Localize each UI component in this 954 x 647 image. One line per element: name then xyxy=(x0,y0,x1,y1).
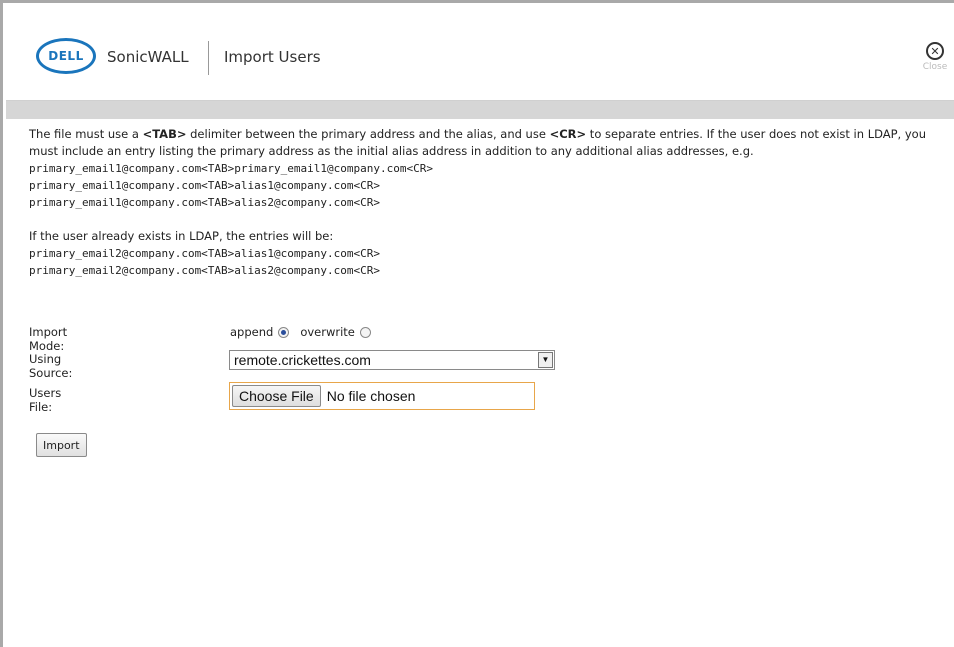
close-label[interactable]: Close xyxy=(921,62,949,72)
dell-logo-text: DELL xyxy=(48,49,84,63)
chevron-down-icon[interactable]: ▼ xyxy=(538,352,553,368)
users-file-input[interactable]: Choose File No file chosen xyxy=(229,382,535,410)
dialog-frame: DELL SonicWALL Import Users ✕ Close The … xyxy=(0,0,954,647)
header-separator-bar xyxy=(6,101,954,119)
append-radio[interactable] xyxy=(278,326,290,338)
instructions: The file must use a <TAB> delimiter betw… xyxy=(29,126,944,279)
header-divider xyxy=(208,41,209,75)
dialog-title: Import Users xyxy=(224,48,321,66)
users-file-label: Users File: xyxy=(29,386,62,414)
existing-user-paragraph: If the user already exists in LDAP, the … xyxy=(29,229,334,243)
example-line: primary_email1@company.com<TAB>alias1@co… xyxy=(29,179,380,192)
source-select[interactable]: remote.crickettes.com ▼ xyxy=(229,350,555,370)
overwrite-label[interactable]: overwrite xyxy=(300,325,355,339)
import-mode-label: Import Mode: xyxy=(29,325,68,353)
example-line: primary_email1@company.com<TAB>alias2@co… xyxy=(29,196,380,209)
cr-token: <CR> xyxy=(549,127,587,141)
no-file-chosen-text: No file chosen xyxy=(326,388,416,404)
close-glyph: ✕ xyxy=(930,44,940,58)
existing-example-line: primary_email2@company.com<TAB>alias2@co… xyxy=(29,264,380,277)
brand-name: SonicWALL xyxy=(107,48,189,66)
instructions-text-2: delimiter between the primary address an… xyxy=(186,127,550,141)
source-selected-value: remote.crickettes.com xyxy=(234,352,371,368)
import-mode-radio-group: append overwrite xyxy=(230,325,377,339)
dell-logo: DELL xyxy=(36,38,96,74)
instructions-paragraph: The file must use a <TAB> delimiter betw… xyxy=(29,126,944,160)
using-source-label: Using Source: xyxy=(29,352,73,380)
existing-example-line: primary_email2@company.com<TAB>alias1@co… xyxy=(29,247,380,260)
instructions-text-1: The file must use a xyxy=(29,127,143,141)
tab-token: <TAB> xyxy=(142,127,187,141)
choose-file-button[interactable]: Choose File xyxy=(232,385,321,407)
close-button[interactable]: ✕ Close xyxy=(921,42,949,72)
example-line: primary_email1@company.com<TAB>primary_e… xyxy=(29,162,433,175)
append-label[interactable]: append xyxy=(230,325,273,339)
import-button[interactable]: Import xyxy=(36,433,87,457)
close-icon[interactable]: ✕ xyxy=(926,42,944,60)
overwrite-radio[interactable] xyxy=(359,326,371,338)
dialog-header: DELL SonicWALL Import Users ✕ Close xyxy=(6,6,954,101)
